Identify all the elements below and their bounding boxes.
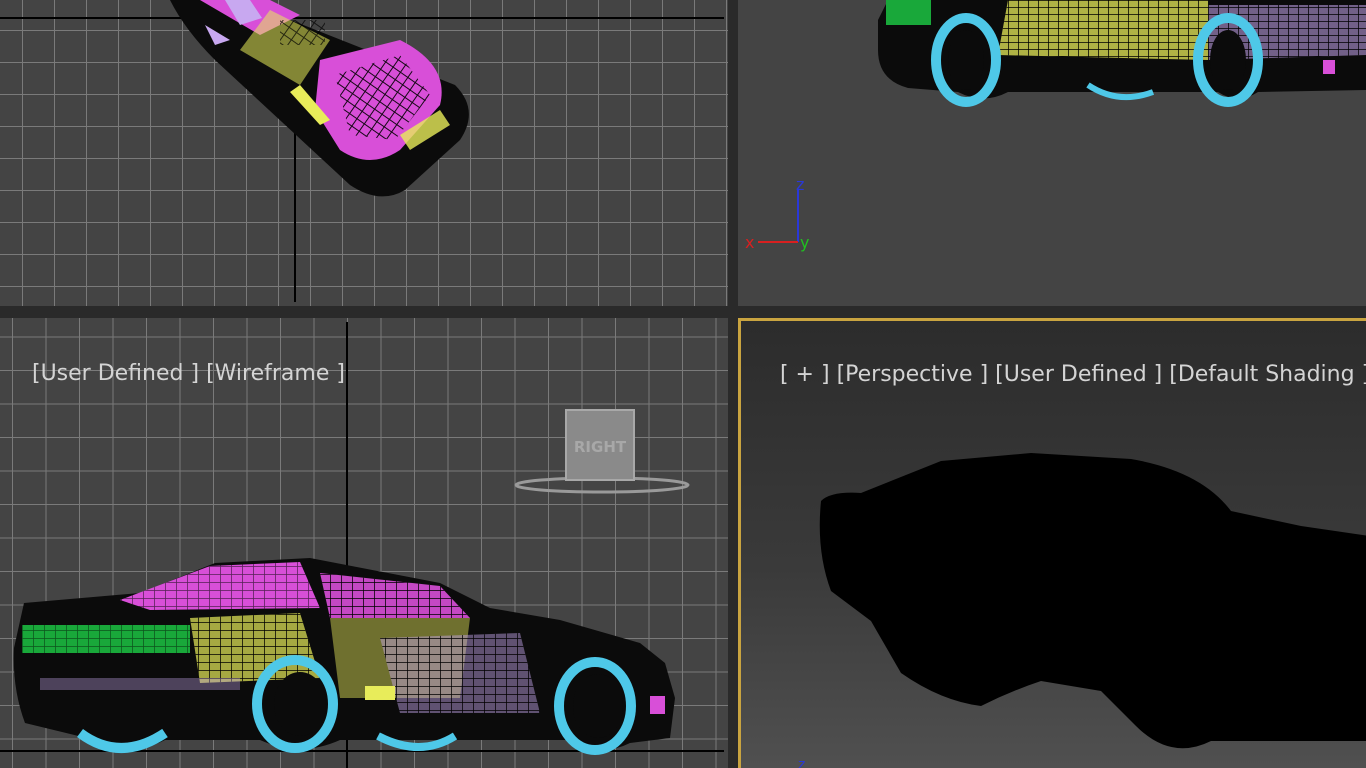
persp-axis-z-label: z (798, 757, 805, 768)
axis-gizmo: z x y (745, 175, 809, 252)
point-of-view-label[interactable]: [Perspective ] (837, 362, 989, 387)
car-silhouette[interactable] (819, 453, 1366, 749)
top-viewport[interactable] (0, 0, 728, 306)
perspective-viewport-label: [ + ] [Perspective ] [User Defined ] [De… (752, 337, 1366, 412)
perspective-viewport[interactable]: z [ + ] [Perspective ] [User Defined ] [… (738, 318, 1366, 768)
shading-menu-label[interactable]: [Wireframe ] (206, 361, 345, 386)
viewcube-face-label: RIGHT (574, 438, 627, 456)
view-menu-label[interactable]: [User Defined ] (32, 361, 199, 386)
left-viewport[interactable]: RIGHT [User Defined] [Wireframe] (0, 318, 728, 768)
top-viewport-canvas (0, 0, 728, 306)
axis-x-label: x (745, 233, 754, 252)
shading-menu-label[interactable]: [Default Shading ] (1169, 362, 1366, 387)
axis-y-label: y (800, 233, 809, 252)
axis-z-label: z (796, 175, 804, 194)
general-menu-label[interactable]: [ + ] (780, 362, 830, 387)
front-viewport[interactable]: z x y (738, 0, 1366, 306)
view-menu-label[interactable]: [User Defined ] (995, 362, 1162, 387)
front-viewport-canvas: z x y (745, 0, 1366, 252)
left-viewport-label: [User Defined ] [Wireframe ] (4, 336, 345, 411)
